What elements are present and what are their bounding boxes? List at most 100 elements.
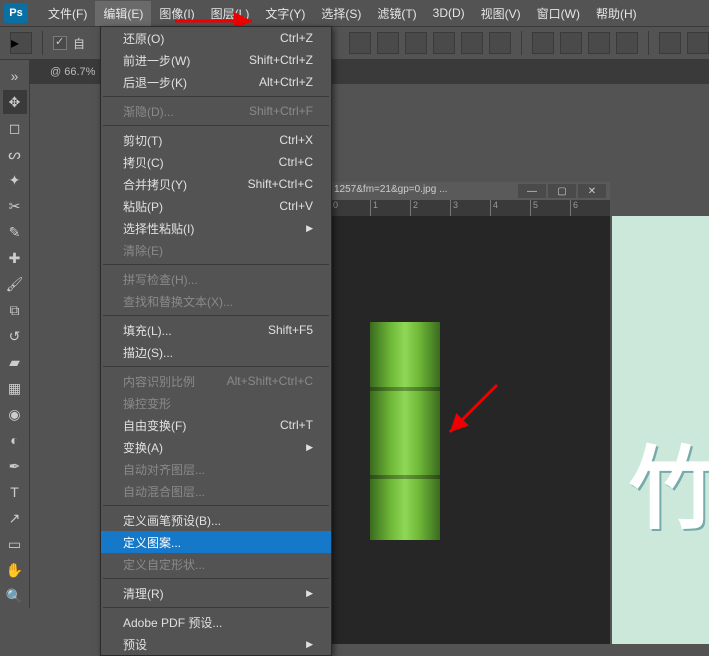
menu-file[interactable]: 文件(F) — [40, 1, 95, 26]
menu-item-shortcut: Ctrl+Z — [280, 31, 313, 45]
menu-image[interactable]: 图像(I) — [151, 1, 202, 26]
eyedropper-tool[interactable]: ✎ — [3, 220, 27, 244]
minimize-button[interactable]: — — [518, 184, 546, 198]
heal-tool[interactable]: ✚ — [3, 246, 27, 270]
menu-item-label: 填充(L)... — [123, 322, 172, 339]
distribute-h-icon[interactable] — [532, 32, 554, 54]
tools-panel: » ✥ ◻ ᔕ ✦ ✂ ✎ ✚ 🖌 ⧉ ↺ ▰ ▦ ◉ ◐ ✒ T ↗ ▭ ✋ … — [0, 60, 30, 608]
menu-filter[interactable]: 滤镜(T) — [369, 1, 424, 26]
menu-item-label: 定义自定形状... — [123, 556, 205, 573]
menu-layer[interactable]: 图层(L) — [203, 1, 258, 26]
menu-item-shortcut: Ctrl+C — [279, 155, 313, 169]
distribute-icon[interactable] — [588, 32, 610, 54]
menu-item[interactable]: 填充(L)... Shift+F5 — [101, 319, 331, 341]
history-brush-tool[interactable]: ↺ — [3, 324, 27, 348]
align-right-icon[interactable] — [405, 32, 427, 54]
menu-item-label: Adobe PDF 预设... — [123, 614, 222, 631]
wand-tool[interactable]: ✦ — [3, 168, 27, 192]
gradient-tool[interactable]: ▦ — [3, 376, 27, 400]
menu-item[interactable]: 剪切(T)Ctrl+X — [101, 129, 331, 151]
menu-item[interactable]: 自由变换(F)Ctrl+T — [101, 414, 331, 436]
shape-tool[interactable]: ▭ — [3, 532, 27, 556]
submenu-arrow-icon: ▶ — [306, 442, 313, 453]
brush-tool[interactable]: 🖌 — [3, 272, 27, 296]
menu-help[interactable]: 帮助(H) — [588, 1, 645, 26]
separator — [42, 31, 43, 55]
menu-view[interactable]: 视图(V) — [473, 1, 529, 26]
menu-item[interactable]: 后退一步(K)Alt+Ctrl+Z — [101, 71, 331, 93]
edit-menu-dropdown: 还原(O)Ctrl+Z前进一步(W)Shift+Ctrl+Z后退一步(K)Alt… — [100, 26, 332, 656]
eraser-tool[interactable]: ▰ — [3, 350, 27, 374]
menu-item: 渐隐(D)...Shift+Ctrl+F — [101, 100, 331, 122]
menu-item: 自动混合图层... — [101, 480, 331, 502]
menu-item[interactable]: 描边(S)... — [101, 341, 331, 363]
menu-item-label: 自动混合图层... — [123, 483, 205, 500]
menu-3d[interactable]: 3D(D) — [425, 2, 473, 24]
maximize-button[interactable]: ▢ — [548, 184, 576, 198]
ruler-tick: 0 — [330, 200, 370, 216]
menu-edit[interactable]: 编辑(E) — [95, 1, 151, 26]
auto-select-checkbox[interactable] — [53, 36, 67, 50]
move-tool[interactable]: ✥ — [3, 90, 27, 114]
menu-item-label: 还原(O) — [123, 30, 164, 47]
crop-tool[interactable]: ✂ — [3, 194, 27, 218]
distribute-icon[interactable] — [616, 32, 638, 54]
arrange-icon[interactable] — [687, 32, 709, 54]
separator — [648, 31, 649, 55]
tool-preset-icon[interactable]: ▸ — [10, 32, 32, 54]
submenu-arrow-icon: ▶ — [306, 223, 313, 234]
align-top-icon[interactable] — [433, 32, 455, 54]
menu-item-label: 剪切(T) — [123, 132, 162, 149]
menu-type[interactable]: 文字(Y) — [257, 1, 313, 26]
menu-item[interactable]: 选择性粘贴(I)▶ — [101, 217, 331, 239]
menu-item-label: 合并拷贝(Y) — [123, 176, 187, 193]
dodge-tool[interactable]: ◐ — [3, 428, 27, 452]
menu-item[interactable]: 前进一步(W)Shift+Ctrl+Z — [101, 49, 331, 71]
menu-item[interactable]: 清理(R)▶ — [101, 582, 331, 604]
document-title: 1257&fm=21&gp=0.jpg ... — [334, 184, 447, 195]
distribute-v-icon[interactable] — [560, 32, 582, 54]
pen-tool[interactable]: ✒ — [3, 454, 27, 478]
menu-item[interactable]: Adobe PDF 预设... — [101, 611, 331, 633]
align-center-icon[interactable] — [377, 32, 399, 54]
menu-item[interactable]: 定义画笔预设(B)... — [101, 509, 331, 531]
menu-item: 拼写检查(H)... — [101, 268, 331, 290]
menu-item-label: 后退一步(K) — [123, 74, 187, 91]
arrange-icon[interactable] — [659, 32, 681, 54]
auto-select-label: 自 — [73, 35, 85, 52]
menu-item[interactable]: 拷贝(C)Ctrl+C — [101, 151, 331, 173]
app-logo: Ps — [4, 3, 28, 23]
path-tool[interactable]: ↗ — [3, 506, 27, 530]
menu-separator — [103, 264, 329, 265]
menu-item[interactable]: 粘贴(P)Ctrl+V — [101, 195, 331, 217]
close-button[interactable]: ✕ — [578, 184, 606, 198]
menu-item[interactable]: 定义图案... — [101, 531, 331, 553]
menu-item[interactable]: 预设▶ — [101, 633, 331, 655]
zoom-tool[interactable]: 🔍 — [3, 584, 27, 608]
bamboo-image[interactable] — [370, 322, 440, 540]
stamp-tool[interactable]: ⧉ — [3, 298, 27, 322]
align-left-icon[interactable] — [349, 32, 371, 54]
align-bottom-icon[interactable] — [489, 32, 511, 54]
blur-tool[interactable]: ◉ — [3, 402, 27, 426]
menu-item-label: 描边(S)... — [123, 344, 173, 361]
menu-item-shortcut: Alt+Shift+Ctrl+C — [227, 374, 313, 388]
marquee-tool[interactable]: ◻ — [3, 116, 27, 140]
menu-item-shortcut: Shift+Ctrl+F — [249, 104, 313, 118]
menu-separator — [103, 366, 329, 367]
menu-item[interactable]: 合并拷贝(Y)Shift+Ctrl+C — [101, 173, 331, 195]
menu-item-shortcut: Shift+F5 — [268, 323, 313, 337]
menu-item[interactable]: 还原(O) Ctrl+Z — [101, 27, 331, 49]
menu-select[interactable]: 选择(S) — [313, 1, 369, 26]
menu-item-label: 清理(R) — [123, 585, 164, 602]
menu-item[interactable]: 变换(A)▶ — [101, 436, 331, 458]
collapse-icon[interactable]: » — [3, 64, 27, 88]
lasso-tool[interactable]: ᔕ — [3, 142, 27, 166]
menu-separator — [103, 125, 329, 126]
menu-window[interactable]: 窗口(W) — [529, 1, 588, 26]
type-tool[interactable]: T — [3, 480, 27, 504]
hand-tool[interactable]: ✋ — [3, 558, 27, 582]
align-middle-icon[interactable] — [461, 32, 483, 54]
ruler-horizontal: 0 1 2 3 4 5 6 — [330, 200, 610, 216]
canvas-text-shape: 竹 — [629, 416, 709, 576]
